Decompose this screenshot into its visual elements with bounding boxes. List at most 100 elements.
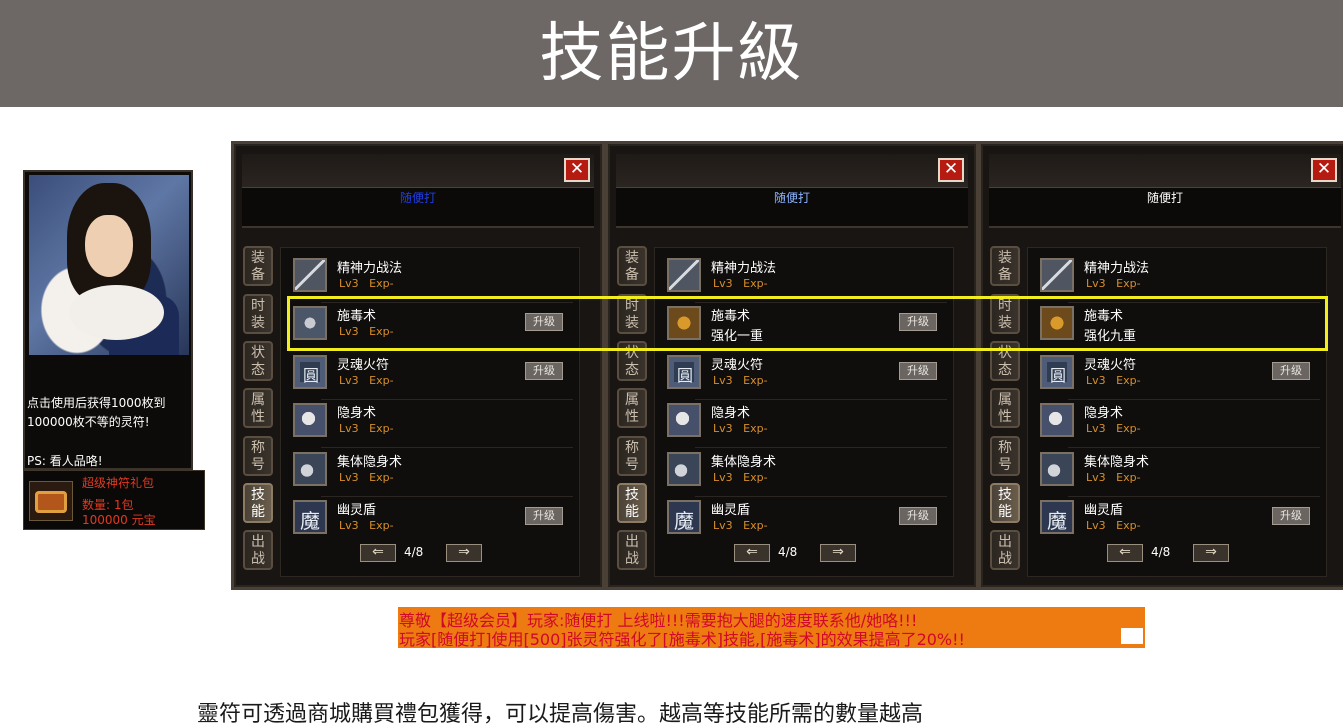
ghost-shield-icon[interactable] <box>1040 500 1074 534</box>
side-tab-2[interactable]: 时装 <box>243 294 273 334</box>
row-divider <box>1068 399 1320 400</box>
skill-level-exp: Lv3 Exp- <box>339 277 394 290</box>
prev-page-button[interactable]: ⇐ <box>1107 544 1143 562</box>
side-tab-5[interactable]: 称号 <box>243 436 273 476</box>
side-tab-5[interactable]: 称号 <box>617 436 647 476</box>
side-tab-7[interactable]: 出战 <box>990 530 1020 570</box>
side-tab-7[interactable]: 出战 <box>617 530 647 570</box>
skill-level: Lv3 <box>1086 422 1106 435</box>
skill-exp: Exp- <box>743 277 768 290</box>
blade-icon[interactable] <box>667 258 701 292</box>
side-tab-1[interactable]: 装备 <box>990 246 1020 286</box>
item-tooltip: 点击使用后获得1000枚到100000枚不等的灵符! PS: 看人品咯! <box>23 170 193 470</box>
skill-row[interactable]: 灵魂火符Lv3 Exp- 升级 <box>661 353 949 397</box>
side-tab-4[interactable]: 属性 <box>990 388 1020 428</box>
skill-level-exp: Lv3 Exp- <box>713 277 768 290</box>
skill-row[interactable]: 灵魂火符Lv3 Exp- 升级 <box>287 353 575 397</box>
upgrade-button[interactable]: 升级 <box>899 362 937 380</box>
stealth-icon[interactable] <box>667 403 701 437</box>
close-icon[interactable]: ✕ <box>564 158 590 182</box>
side-tab-1[interactable]: 装备 <box>243 246 273 286</box>
skill-level: Lv3 <box>339 422 359 435</box>
side-tab-4[interactable]: 属性 <box>243 388 273 428</box>
side-tab-6[interactable]: 技能 <box>243 483 273 523</box>
item-price: 100000 元宝 <box>82 513 156 527</box>
page-indicator: 4/8 <box>778 545 798 559</box>
next-page-button[interactable]: ⇒ <box>1193 544 1229 562</box>
close-icon[interactable]: ✕ <box>1311 158 1337 182</box>
skill-row[interactable]: 幽灵盾Lv3 Exp- 升级 <box>661 498 949 542</box>
skill-name: 精神力战法 <box>711 261 777 276</box>
skill-row[interactable]: 隐身术 Lv3 Exp- <box>287 401 575 445</box>
skill-row[interactable]: 精神力战法 Lv3 Exp- <box>661 256 949 300</box>
skill-row[interactable]: 灵魂火符Lv3 Exp- 升级 <box>1034 353 1322 397</box>
skill-level-exp: Lv3 Exp- <box>1086 422 1141 435</box>
row-divider <box>695 496 947 497</box>
character-portrait <box>29 175 189 355</box>
page-title: 技能升級 <box>539 17 804 91</box>
skill-row[interactable]: 集体隐身术 Lv3 Exp- <box>287 450 575 494</box>
side-tab-4[interactable]: 属性 <box>617 388 647 428</box>
prev-page-button[interactable]: ⇐ <box>734 544 770 562</box>
row-divider <box>321 399 573 400</box>
upgrade-button[interactable]: 升级 <box>1272 507 1310 525</box>
stealth-icon[interactable] <box>293 403 327 437</box>
item-card[interactable]: 超级神符礼包 数量: 1包 100000 元宝 <box>23 470 205 530</box>
next-page-button[interactable]: ⇒ <box>446 544 482 562</box>
skill-level: Lv3 <box>339 471 359 484</box>
skill-row[interactable]: 幽灵盾Lv3 Exp- 升级 <box>287 498 575 542</box>
panel-titlebar <box>242 154 594 188</box>
group-stealth-icon[interactable] <box>293 452 327 486</box>
prev-page-button[interactable]: ⇐ <box>360 544 396 562</box>
skill-name: 集体隐身术 <box>711 455 777 470</box>
skill-exp: Exp- <box>369 277 394 290</box>
upgrade-button[interactable]: 升级 <box>899 507 937 525</box>
upgrade-button[interactable]: 升级 <box>525 362 563 380</box>
skill-level: Lv3 <box>713 277 733 290</box>
skill-row[interactable]: 幽灵盾Lv3 Exp- 升级 <box>1034 498 1322 542</box>
skill-name: 隐身术 <box>1084 406 1124 421</box>
side-tab-6[interactable]: 技能 <box>617 483 647 523</box>
stealth-icon[interactable] <box>1040 403 1074 437</box>
skill-level-exp: Lv3 Exp- <box>1086 374 1141 387</box>
side-tab-7[interactable]: 出战 <box>243 530 273 570</box>
skill-row[interactable]: 精神力战法 Lv3 Exp- <box>287 256 575 300</box>
ghost-shield-icon[interactable] <box>667 500 701 534</box>
skill-level: Lv3 <box>713 471 733 484</box>
skill-row[interactable]: 集体隐身术 Lv3 Exp- <box>661 450 949 494</box>
blade-icon[interactable] <box>1040 258 1074 292</box>
skill-row[interactable]: 隐身术 Lv3 Exp- <box>661 401 949 445</box>
talisman-icon[interactable] <box>293 355 327 389</box>
player-name: 随便打 <box>242 188 594 228</box>
skill-name: 精神力战法 <box>337 261 403 276</box>
talisman-icon[interactable] <box>1040 355 1074 389</box>
skill-exp: Exp- <box>1116 471 1141 484</box>
upgrade-button[interactable]: 升级 <box>1272 362 1310 380</box>
upgrade-button[interactable]: 升级 <box>525 507 563 525</box>
side-tab-3[interactable]: 状态 <box>243 341 273 381</box>
system-broadcast: 尊敬【超级会员】玩家:随便打 上线啦!!!需要抱大腿的速度联系他/她咯!!! 玩… <box>398 607 1145 649</box>
close-icon[interactable]: ✕ <box>938 158 964 182</box>
blade-icon[interactable] <box>293 258 327 292</box>
group-stealth-icon[interactable] <box>1040 452 1074 486</box>
skill-level-exp: Lv3 Exp- <box>339 519 394 532</box>
skill-level: Lv3 <box>1086 277 1106 290</box>
ghost-shield-icon[interactable] <box>293 500 327 534</box>
skill-panel-3: ✕随便打装备时装状态属性称号技能出战精神力战法Lv3 Exp-施毒术强化九重灵魂… <box>978 141 1343 590</box>
row-divider <box>695 447 947 448</box>
skill-row[interactable]: 精神力战法 Lv3 Exp- <box>1034 256 1322 300</box>
talisman-icon[interactable] <box>667 355 701 389</box>
skill-exp: Exp- <box>743 519 768 532</box>
skill-level: Lv3 <box>713 519 733 532</box>
header-banner: 技能升級 <box>0 0 1343 107</box>
player-name: 随便打 <box>616 188 968 228</box>
skill-name: 隐身术 <box>711 406 751 421</box>
skill-row[interactable]: 隐身术 Lv3 Exp- <box>1034 401 1322 445</box>
skill-exp: Exp- <box>1116 374 1141 387</box>
side-tab-5[interactable]: 称号 <box>990 436 1020 476</box>
group-stealth-icon[interactable] <box>667 452 701 486</box>
side-tab-6[interactable]: 技能 <box>990 483 1020 523</box>
next-page-button[interactable]: ⇒ <box>820 544 856 562</box>
skill-row[interactable]: 集体隐身术 Lv3 Exp- <box>1034 450 1322 494</box>
side-tab-1[interactable]: 装备 <box>617 246 647 286</box>
